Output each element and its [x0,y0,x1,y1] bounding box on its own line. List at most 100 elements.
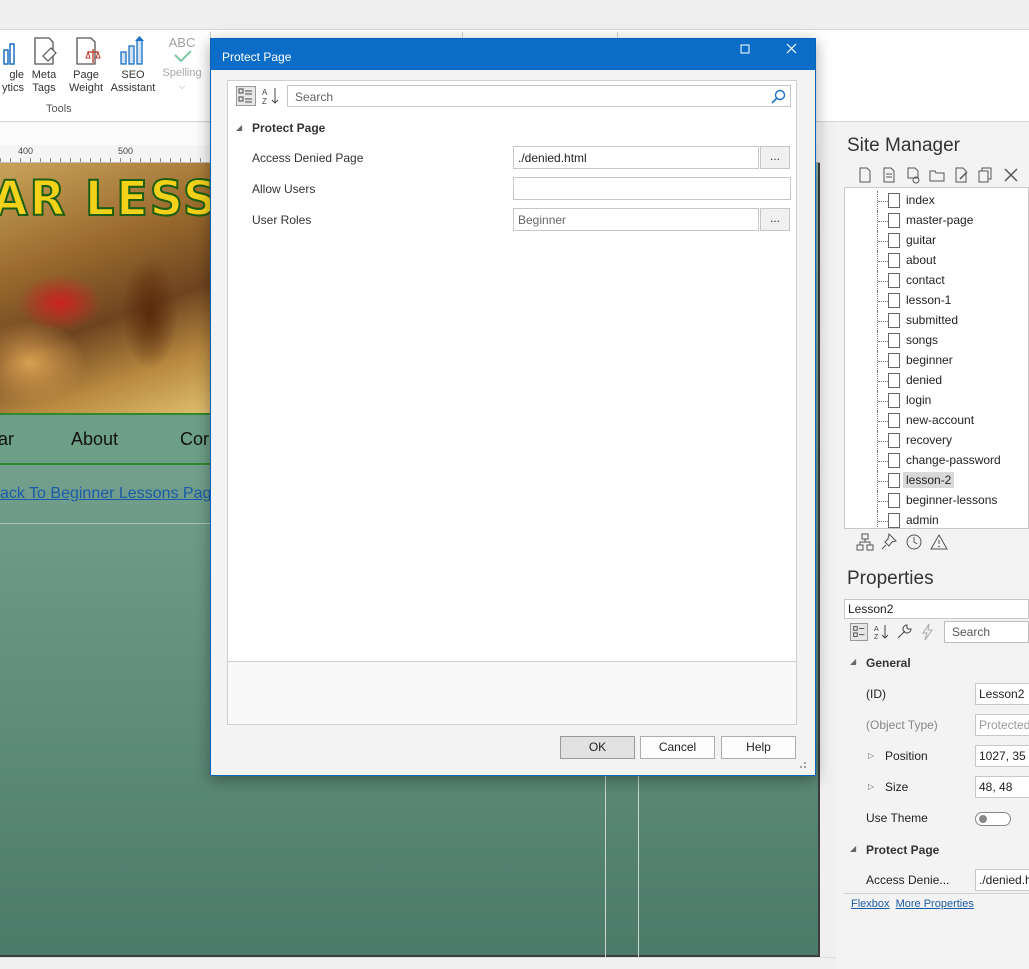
tree-connector [878,321,888,322]
access-denied-page-field[interactable]: ./denied.html [513,146,759,169]
grid-section-protect-page[interactable]: ◢ Protect Page [228,117,796,139]
page-icon [888,233,900,248]
delete-icon[interactable] [1002,166,1020,184]
banner-image[interactable]: AR LESS [0,163,215,413]
cancel-button[interactable]: Cancel [640,736,715,759]
close-button[interactable] [774,39,808,61]
dialog-search-input[interactable]: Search [287,85,791,107]
svg-text:A: A [262,88,268,97]
spelling-icon [174,50,192,63]
right-panel: Site Manager index master-page guitar about… [836,123,1029,969]
tree-item-lesson-2[interactable]: lesson-2 [845,471,1028,491]
site-tree[interactable]: index master-page guitar about contact lesson… [844,187,1029,529]
duplicate-icon[interactable] [976,166,994,184]
new-folder-icon[interactable] [928,166,946,184]
sitemap-icon[interactable] [856,533,874,551]
property-grid-toolbar: AZ Search [228,81,796,111]
tree-item-label: beginner-lessons [906,493,998,507]
properties-section-protect-page[interactable]: ◢ Protect Page [844,838,1029,862]
google-analytics-button[interactable]: gle ytics [0,36,24,95]
browse-button[interactable]: ... [760,208,790,231]
canvas-horizontal-scrollbar[interactable] [0,957,836,969]
help-button[interactable]: Help [721,736,796,759]
tree-item-beginner-lessons[interactable]: beginner-lessons [845,491,1028,511]
seo-assistant-button[interactable]: SEO Assistant [110,36,156,95]
maximize-button[interactable] [728,39,762,61]
property-label: Allow Users [252,182,316,196]
dialog-titlebar[interactable]: Protect Page [211,39,815,70]
allow-users-field[interactable] [513,177,791,200]
tree-item-master-page[interactable]: master-page [845,211,1028,231]
use-theme-toggle[interactable] [975,812,1011,826]
page-weight-button[interactable]: Page Weight [64,36,108,95]
expand-arrow-icon[interactable]: ▷ [868,751,874,760]
events-icon[interactable] [918,623,936,641]
tree-item-label: lesson-1 [906,293,952,307]
page-properties-icon[interactable] [880,166,898,184]
tree-item-login[interactable]: login [845,391,1028,411]
object-selector[interactable]: Lesson2 [844,599,1029,619]
warning-icon[interactable] [930,533,948,551]
page-icon [888,353,900,368]
page-weight-label: Page Weight [68,69,104,94]
tree-item-guitar[interactable]: guitar [845,231,1028,251]
chevron-down-icon[interactable]: ⌵ [158,80,206,93]
page-icon [888,513,900,528]
tree-item-admin[interactable]: admin [845,511,1028,528]
property-row-size: ▷ Size 48, 48 [844,772,1029,803]
user-roles-field[interactable]: Beginner [513,208,759,231]
tree-item-denied[interactable]: denied [845,371,1028,391]
nav-item-guitar[interactable]: ar [0,429,14,450]
spelling-button[interactable]: ABC Spelling ⌵ [158,36,206,93]
tree-item-submitted[interactable]: submitted [845,311,1028,331]
search-icon[interactable] [770,89,786,105]
property-row-id: (ID) Lesson2 [844,679,1029,710]
meta-tags-button[interactable]: Meta Tags [22,36,66,95]
section-title: Protect Page [252,121,326,135]
properties-search-input[interactable]: Search [944,621,1029,643]
svg-text:Z: Z [874,634,879,641]
tree-connector [878,401,888,402]
alphabetical-sort-button[interactable]: AZ [261,86,281,106]
back-to-lessons-link[interactable]: ack To Beginner Lessons Pag [0,485,211,503]
nav-item-contact[interactable]: Cor [180,429,209,450]
tree-item-contact[interactable]: contact [845,271,1028,291]
tree-connector [877,511,878,528]
alphabetical-sort-icon[interactable]: AZ [873,623,891,641]
tree-item-change-password[interactable]: change-password [845,451,1028,471]
page-navbar[interactable]: ar About Cor [0,413,215,465]
new-page-icon[interactable] [856,166,874,184]
categorized-view-icon[interactable] [850,623,868,641]
access-denied-field[interactable]: ./denied.h [975,869,1029,891]
site-manager-toolbar [844,163,1029,187]
flexbox-link[interactable]: Flexbox [851,898,890,910]
browse-button[interactable]: ... [760,146,790,169]
property-description-pane [228,661,796,724]
rename-icon[interactable] [952,166,970,184]
more-properties-link[interactable]: More Properties [896,898,974,910]
size-field[interactable]: 48, 48 [975,776,1029,798]
resize-grip-icon[interactable] [797,759,807,769]
canvas-vertical-scrollbar[interactable] [820,123,836,957]
nav-item-about[interactable]: About [71,429,118,450]
tree-connector [878,421,888,422]
categorized-view-button[interactable] [236,86,256,106]
tree-item-about[interactable]: about [845,251,1028,271]
tree-item-recovery[interactable]: recovery [845,431,1028,451]
id-field[interactable]: Lesson2 [975,683,1029,705]
properties-section-general[interactable]: ◢ General [844,651,1029,675]
history-icon[interactable] [905,533,923,551]
wrench-icon[interactable] [895,623,913,641]
pin-icon[interactable] [880,533,898,551]
position-field[interactable]: 1027, 35 [975,745,1029,767]
tree-item-songs[interactable]: songs [845,331,1028,351]
google-analytics-label: gle ytics [2,69,24,94]
ok-button[interactable]: OK [560,736,635,759]
link-page-icon[interactable] [904,166,922,184]
tree-item-index[interactable]: index [845,191,1028,211]
tree-connector [878,281,888,282]
tree-item-lesson-1[interactable]: lesson-1 [845,291,1028,311]
tree-item-new-account[interactable]: new-account [845,411,1028,431]
tree-item-beginner[interactable]: beginner [845,351,1028,371]
expand-arrow-icon[interactable]: ▷ [868,782,874,791]
